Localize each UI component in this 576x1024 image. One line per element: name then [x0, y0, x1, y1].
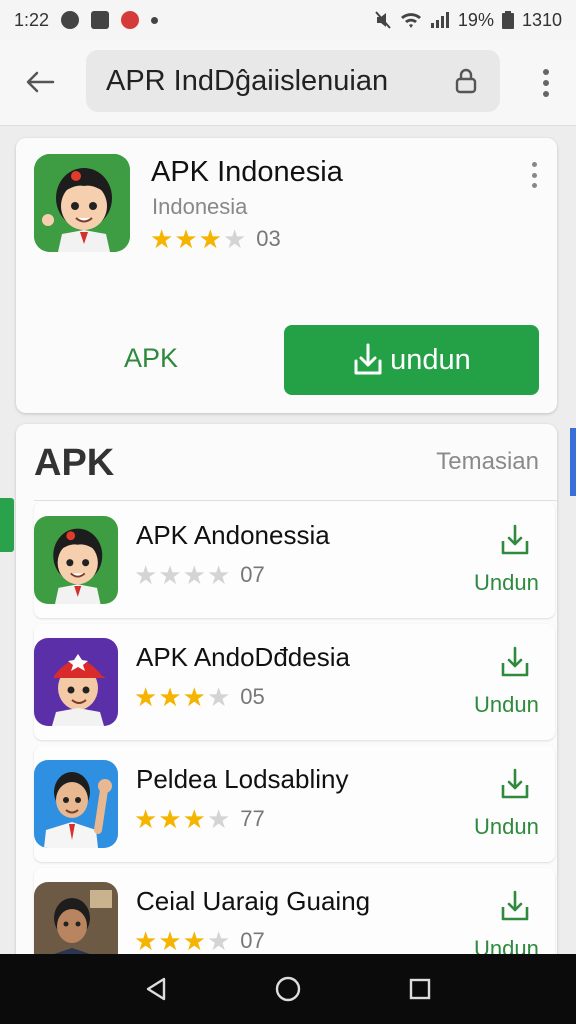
star-filled-icon: ★: [134, 804, 158, 834]
cast-icon: [61, 11, 80, 29]
star-rating: ★ ★ ★ ★: [150, 226, 246, 252]
signal-icon: [430, 12, 449, 28]
rating-value: 05: [240, 684, 265, 709]
cartoon-boy-cap-icon: [34, 638, 118, 726]
install-button[interactable]: undun: [284, 325, 539, 395]
install-label: undun: [390, 343, 471, 376]
star-empty-icon: ★: [182, 560, 206, 590]
nav-home-icon: [275, 976, 301, 1002]
star-empty-icon: ★: [158, 560, 182, 590]
star-empty-icon: ★: [222, 224, 247, 254]
battery-icon: [501, 11, 514, 29]
star-filled-icon: ★: [134, 682, 158, 712]
app-list-card: APK Temasian APK Andonessia ★ ★ ★ ★ 07 Undu…: [16, 424, 557, 1024]
app-rating: ★ ★ ★ ★ 05: [134, 684, 265, 710]
cartoon-man-wave-icon: [34, 760, 118, 848]
download-button[interactable]: Undun: [474, 692, 539, 718]
rating-value: 03: [256, 226, 281, 251]
divider: [34, 500, 557, 501]
lock-icon[interactable]: [452, 67, 480, 95]
star-filled-icon: ★: [150, 224, 174, 254]
search-bar[interactable]: APR IndDĝaiislenuian: [86, 50, 500, 112]
app-notification-icon: [121, 11, 140, 29]
status-time: 1:22: [14, 9, 50, 30]
download-icon[interactable]: [500, 524, 530, 556]
download-button[interactable]: Undun: [474, 570, 539, 596]
scrollbar-thumb[interactable]: [570, 428, 576, 496]
featured-app-rating: ★ ★ ★ ★ 03: [150, 226, 281, 252]
star-filled-icon: ★: [174, 224, 198, 254]
list-item[interactable]: APK Andonessia ★ ★ ★ ★ 07 Undun: [34, 502, 555, 618]
nav-back-button[interactable]: [136, 969, 176, 1009]
cartoon-girl-icon: [34, 516, 118, 604]
see-more-link[interactable]: Temasian: [436, 448, 539, 476]
system-nav-bar: [0, 954, 576, 1024]
featured-app-card[interactable]: APK Indonesia Indonesia ★ ★ ★ ★ 03 APK undu…: [16, 138, 557, 413]
download-icon[interactable]: [500, 890, 530, 922]
battery-percent: 19%: [457, 9, 494, 30]
more-vertical-icon: [531, 162, 537, 167]
app-rating: ★ ★ ★ ★ 07: [134, 928, 265, 954]
star-filled-icon: ★: [182, 926, 206, 956]
star-filled-icon: ★: [158, 804, 182, 834]
star-empty-icon: ★: [206, 926, 231, 956]
featured-app-title: APK Indonesia: [151, 156, 343, 188]
image-icon: [91, 11, 110, 29]
star-empty-icon: ★: [206, 804, 231, 834]
star-rating: ★ ★ ★ ★: [134, 684, 230, 710]
nav-home-button[interactable]: [268, 969, 308, 1009]
more-options-button[interactable]: [534, 66, 558, 100]
section-title: APK: [34, 442, 115, 484]
app-title: APK AndoDđdesia: [136, 642, 350, 672]
apk-link[interactable]: APK: [124, 343, 178, 374]
search-query[interactable]: APR IndDĝaiislenuian: [106, 65, 442, 98]
mute-icon: [375, 11, 391, 29]
top-app-bar: APR IndDĝaiislenuian: [0, 40, 576, 126]
nav-back-icon: [146, 977, 166, 1001]
app-title: Peldea Lodsabliny: [136, 764, 349, 794]
list-item[interactable]: Peldea Lodsabliny ★ ★ ★ ★ 77 Undun: [34, 746, 555, 862]
rating-value: 07: [240, 562, 265, 587]
download-icon[interactable]: [500, 768, 530, 800]
download-button[interactable]: Undun: [474, 814, 539, 840]
star-filled-icon: ★: [182, 682, 206, 712]
status-bar: 1:22 19% 1310: [0, 0, 576, 40]
star-empty-icon: ★: [206, 682, 231, 712]
rating-value: 07: [240, 928, 265, 953]
nav-recents-icon: [409, 978, 431, 1000]
star-rating: ★ ★ ★ ★: [134, 806, 230, 832]
back-button[interactable]: [20, 62, 60, 102]
featured-more-button[interactable]: [528, 162, 540, 188]
arrow-left-icon: [26, 71, 55, 93]
featured-app-subtitle: Indonesia: [152, 194, 248, 219]
more-vertical-icon: [543, 69, 549, 75]
wifi-icon: [400, 13, 421, 28]
list-item[interactable]: APK AndoDđdesia ★ ★ ★ ★ 05 Undun: [34, 624, 555, 740]
status-clock-right: 1310: [521, 9, 562, 30]
side-tab-indicator: [0, 498, 14, 552]
app-rating: ★ ★ ★ ★ 07: [134, 562, 265, 588]
app-rating: ★ ★ ★ ★ 77: [134, 806, 265, 832]
cartoon-girl-icon: [34, 154, 130, 252]
more-notifications-dot: [151, 16, 159, 24]
star-filled-icon: ★: [134, 926, 158, 956]
app-title: APK Andonessia: [136, 520, 330, 550]
star-empty-icon: ★: [206, 560, 231, 590]
star-rating: ★ ★ ★ ★: [134, 928, 230, 954]
star-empty-icon: ★: [134, 560, 158, 590]
app-title: Ceial Uaraig Guaing: [136, 886, 371, 916]
star-filled-icon: ★: [198, 224, 222, 254]
nav-recents-button[interactable]: [400, 969, 440, 1009]
download-icon[interactable]: [500, 646, 530, 678]
star-rating: ★ ★ ★ ★: [134, 562, 230, 588]
star-filled-icon: ★: [158, 926, 182, 956]
download-icon: [354, 343, 382, 375]
star-filled-icon: ★: [182, 804, 206, 834]
rating-value: 77: [240, 806, 265, 831]
star-filled-icon: ★: [158, 682, 182, 712]
